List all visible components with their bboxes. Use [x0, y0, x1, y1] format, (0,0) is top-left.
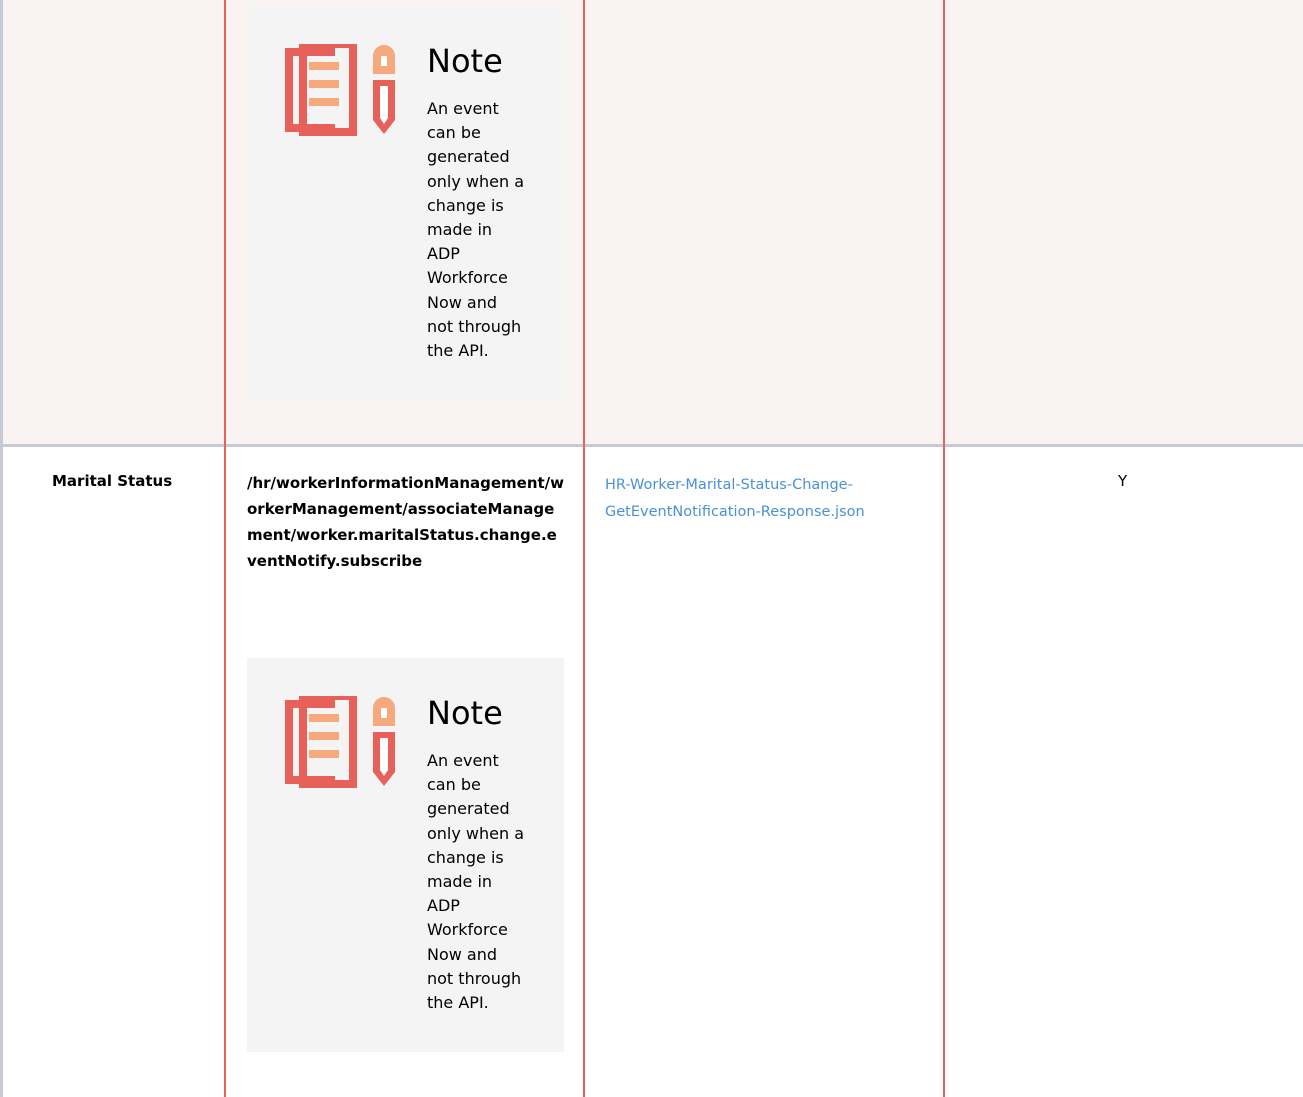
note-callout: Note An event can be generated only when… — [247, 658, 564, 1052]
note-title: Note — [427, 42, 503, 80]
note-line: Now and — [427, 292, 498, 312]
note-line: can be — [427, 775, 481, 795]
note-callout: Note An event can be generated only when… — [247, 6, 564, 400]
column-separator — [224, 0, 226, 1097]
note-line: only when a — [427, 823, 525, 843]
event-path-cell: /hr/workerInformationManagement/workerMa… — [247, 474, 565, 570]
table-left-border — [0, 447, 3, 1097]
note-line: ADP — [427, 244, 460, 264]
note-line: Workforce — [427, 268, 508, 288]
note-line: made in — [427, 220, 493, 240]
note-line: not through — [427, 968, 522, 988]
row-divider — [0, 444, 1303, 447]
note-line: change is — [427, 195, 504, 215]
note-text: An event can be generated only when a ch… — [427, 97, 537, 363]
note-document-pencil-icon — [285, 696, 395, 788]
note-line: Now and — [427, 944, 498, 964]
page: Note An event can be generated only when… — [0, 0, 1303, 1097]
note-line: An event — [427, 99, 499, 118]
note-text: An event can be generated only when a ch… — [427, 749, 537, 1015]
sample-response-link[interactable]: HR-Worker-Marital-Status-Change- GetEven… — [605, 472, 925, 526]
note-line: generated — [427, 147, 510, 167]
table-left-border — [0, 0, 3, 444]
note-title: Note — [427, 694, 503, 732]
note-line: the API. — [427, 341, 489, 361]
availability-flag-cell: Y — [1118, 472, 1128, 490]
event-name-cell: Marital Status — [52, 472, 173, 490]
note-line: the API. — [427, 993, 489, 1013]
note-line: not through — [427, 316, 522, 336]
link-line: GetEventNotification-Response.json — [605, 504, 865, 520]
column-separator — [583, 0, 585, 1097]
note-document-pencil-icon — [285, 44, 395, 136]
note-line: made in — [427, 872, 493, 892]
link-line: HR-Worker-Marital-Status-Change- — [605, 477, 853, 493]
note-line: An event — [427, 751, 499, 770]
note-line: only when a — [427, 171, 525, 191]
note-line: change is — [427, 847, 504, 867]
table-row-previous — [0, 0, 1303, 444]
note-line: can be — [427, 123, 481, 143]
note-line: ADP — [427, 896, 460, 916]
column-separator — [943, 0, 945, 1097]
note-line: generated — [427, 799, 510, 819]
note-line: Workforce — [427, 920, 508, 940]
